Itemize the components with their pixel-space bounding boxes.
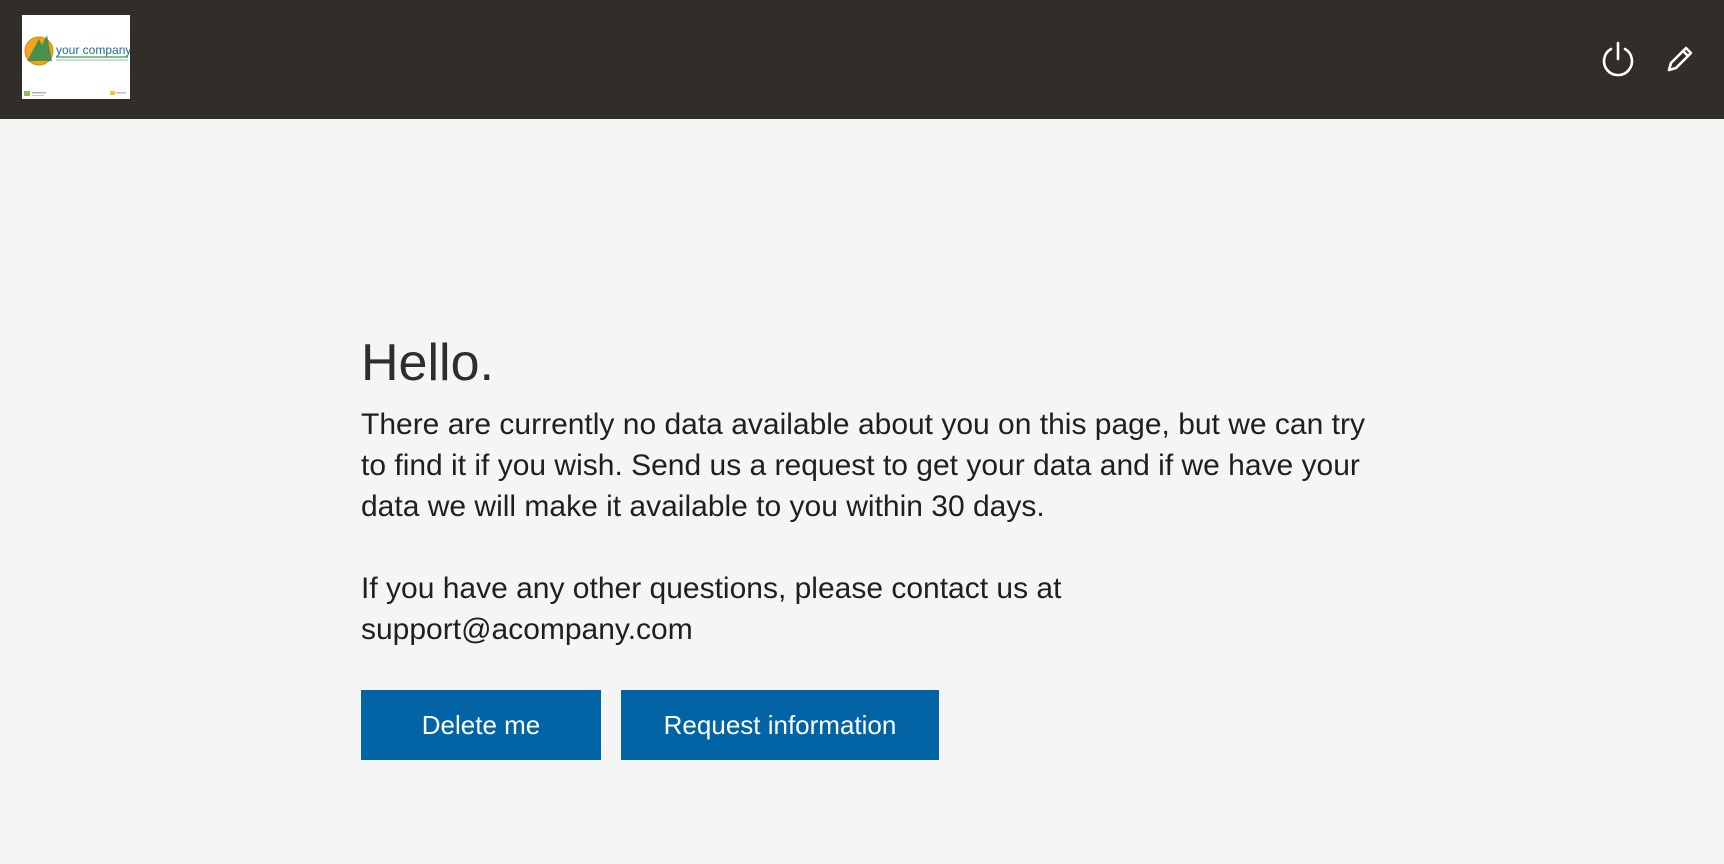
action-buttons: Delete me Request information bbox=[361, 690, 1371, 760]
power-button[interactable] bbox=[1598, 39, 1638, 79]
contact-paragraph: If you have any other questions, please … bbox=[361, 572, 1062, 646]
pencil-icon bbox=[1667, 46, 1693, 72]
edit-button[interactable] bbox=[1660, 39, 1700, 79]
power-icon bbox=[1602, 41, 1634, 77]
company-logo-icon bbox=[24, 35, 128, 96]
company-logo[interactable]: your company bbox=[22, 15, 130, 99]
info-paragraph: There are currently no data available ab… bbox=[361, 408, 1365, 523]
delete-me-button[interactable]: Delete me bbox=[361, 690, 601, 760]
main-content: Hello. There are currently no data avail… bbox=[361, 330, 1371, 760]
page-title: Hello. bbox=[361, 334, 494, 392]
request-information-button[interactable]: Request information bbox=[621, 690, 939, 760]
top-bar: your company bbox=[0, 0, 1724, 119]
logo-text: your company bbox=[56, 43, 130, 57]
